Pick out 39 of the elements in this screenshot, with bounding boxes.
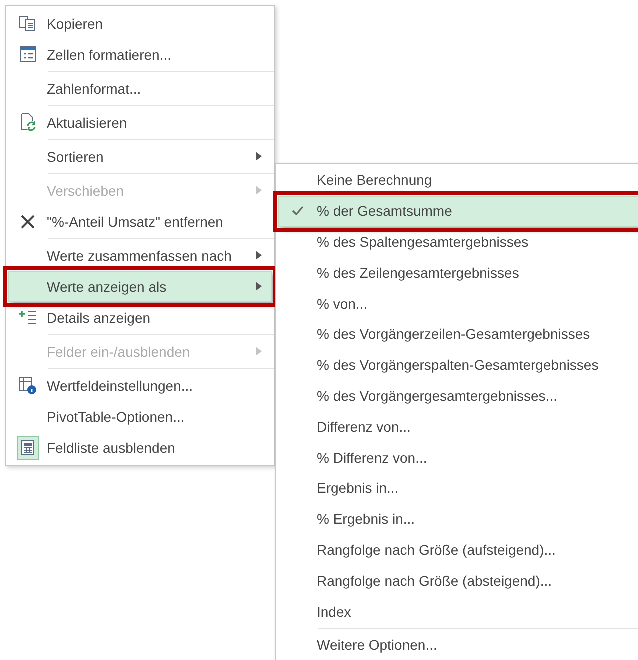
- menu-item[interactable]: Index: [278, 596, 638, 627]
- menu-item[interactable]: Zellen formatieren...: [8, 39, 272, 70]
- caret-icon: [256, 251, 262, 260]
- menu-item[interactable]: Sortieren: [8, 141, 272, 172]
- menu-item[interactable]: "%-Anteil Umsatz" entfernen: [8, 206, 272, 237]
- menu-item[interactable]: % des Spaltengesamtergebnisses: [278, 226, 638, 258]
- caret-icon: [256, 186, 262, 195]
- check-icon: [292, 206, 304, 216]
- menu-item[interactable]: % des Vorgängerspalten-Gesamtergebnisses: [278, 350, 638, 381]
- menu-item[interactable]: Rangfolge nach Größe (aufsteigend)...: [278, 534, 638, 566]
- format-cells-icon: [20, 46, 36, 63]
- menu-item[interactable]: Aktualisieren: [8, 107, 272, 138]
- field-list-icon: [21, 440, 35, 456]
- menu-item[interactable]: Feldliste ausblenden: [8, 432, 272, 463]
- menu-item[interactable]: Kopieren: [8, 8, 272, 39]
- menu-item[interactable]: % Differenz von...: [278, 442, 638, 473]
- menu-item[interactable]: % von...: [278, 288, 638, 319]
- copy-icon: [19, 16, 37, 32]
- menu-item[interactable]: Werte zusammenfassen nach: [8, 240, 272, 271]
- menu-item[interactable]: Ergebnis in...: [278, 472, 638, 504]
- caret-icon: [256, 282, 262, 291]
- menu-item[interactable]: Weitere Optionen...: [278, 630, 638, 660]
- field-settings-icon: [19, 376, 37, 394]
- menu-item[interactable]: Rangfolge nach Größe (absteigend)...: [278, 565, 638, 596]
- menu-item[interactable]: % des Vorgängerzeilen-Gesamtergebnisses: [278, 318, 638, 350]
- menu-item[interactable]: Keine Berechnung: [278, 165, 638, 196]
- caret-icon: [256, 152, 262, 161]
- menu-item[interactable]: % des Zeilengesamtergebnisses: [278, 257, 638, 288]
- menu-item[interactable]: PivotTable-Optionen...: [8, 401, 272, 432]
- menu-item[interactable]: Differenz von...: [278, 411, 638, 442]
- show-details-icon: [19, 310, 37, 326]
- remove-icon: [20, 214, 36, 230]
- menu-item[interactable]: Details anzeigen: [8, 302, 272, 333]
- menu-item[interactable]: % des Vorgängergesamtergebnisses...: [278, 380, 638, 412]
- menu-item[interactable]: Wertfeldeinstellungen...: [8, 370, 272, 401]
- menu-item[interactable]: % Ergebnis in...: [278, 504, 638, 535]
- caret-icon: [256, 347, 262, 356]
- menu-item[interactable]: Zahlenformat...: [8, 73, 272, 104]
- refresh-icon: [19, 113, 37, 132]
